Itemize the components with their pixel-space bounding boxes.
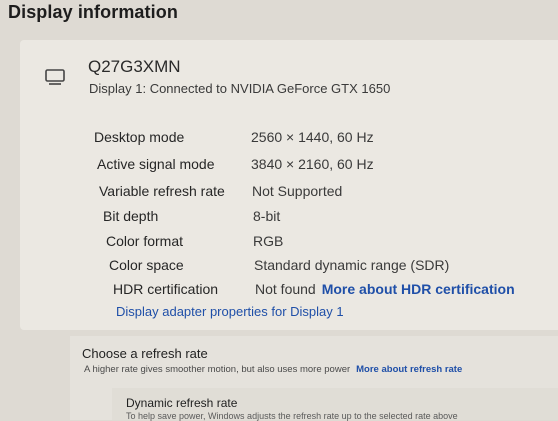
display-adapter-properties-link[interactable]: Display adapter properties for Display 1 [116,304,344,319]
refresh-rate-link[interactable]: More about refresh rate [356,364,462,375]
refresh-rate-title: Choose a refresh rate [82,346,208,361]
spec-label-bit-depth: Bit depth [103,208,159,224]
page-title: Display information [8,2,178,22]
spec-label-hdr-certification: HDR certification [113,281,219,297]
refresh-rate-description-text: A higher rate gives smoother motion, but… [84,364,351,375]
spec-label-variable-refresh-rate: Variable refresh rate [99,183,225,199]
monitor-connection: Display 1: Connected to NVIDIA GeForce G… [89,81,391,96]
spec-label-active-signal-mode: Active signal mode [97,156,215,172]
spec-value-active-signal-mode: 3840 × 2160, 60 Hz [251,156,374,172]
spec-value-desktop-mode: 2560 × 1440, 60 Hz [251,129,374,145]
spec-value-color-space: Standard dynamic range (SDR) [254,257,450,273]
spec-value-variable-refresh-rate: Not Supported [252,183,343,199]
monitor-icon [44,68,66,88]
monitor-name: Q27G3XMN [88,57,181,76]
refresh-rate-description: A higher rate gives smoother motion, but… [84,364,462,375]
spec-value-hdr-certification: Not found More about HDR certification [255,281,515,297]
spec-value-color-format: RGB [253,233,284,249]
hdr-certification-link[interactable]: More about HDR certification [322,281,515,297]
spec-value-bit-depth: 8-bit [253,208,281,224]
dynamic-refresh-title: Dynamic refresh rate [126,396,238,410]
spec-label-desktop-mode: Desktop mode [94,129,185,145]
hdr-status: Not found [255,281,316,297]
spec-label-color-space: Color space [109,257,184,273]
spec-label-color-format: Color format [106,233,184,249]
